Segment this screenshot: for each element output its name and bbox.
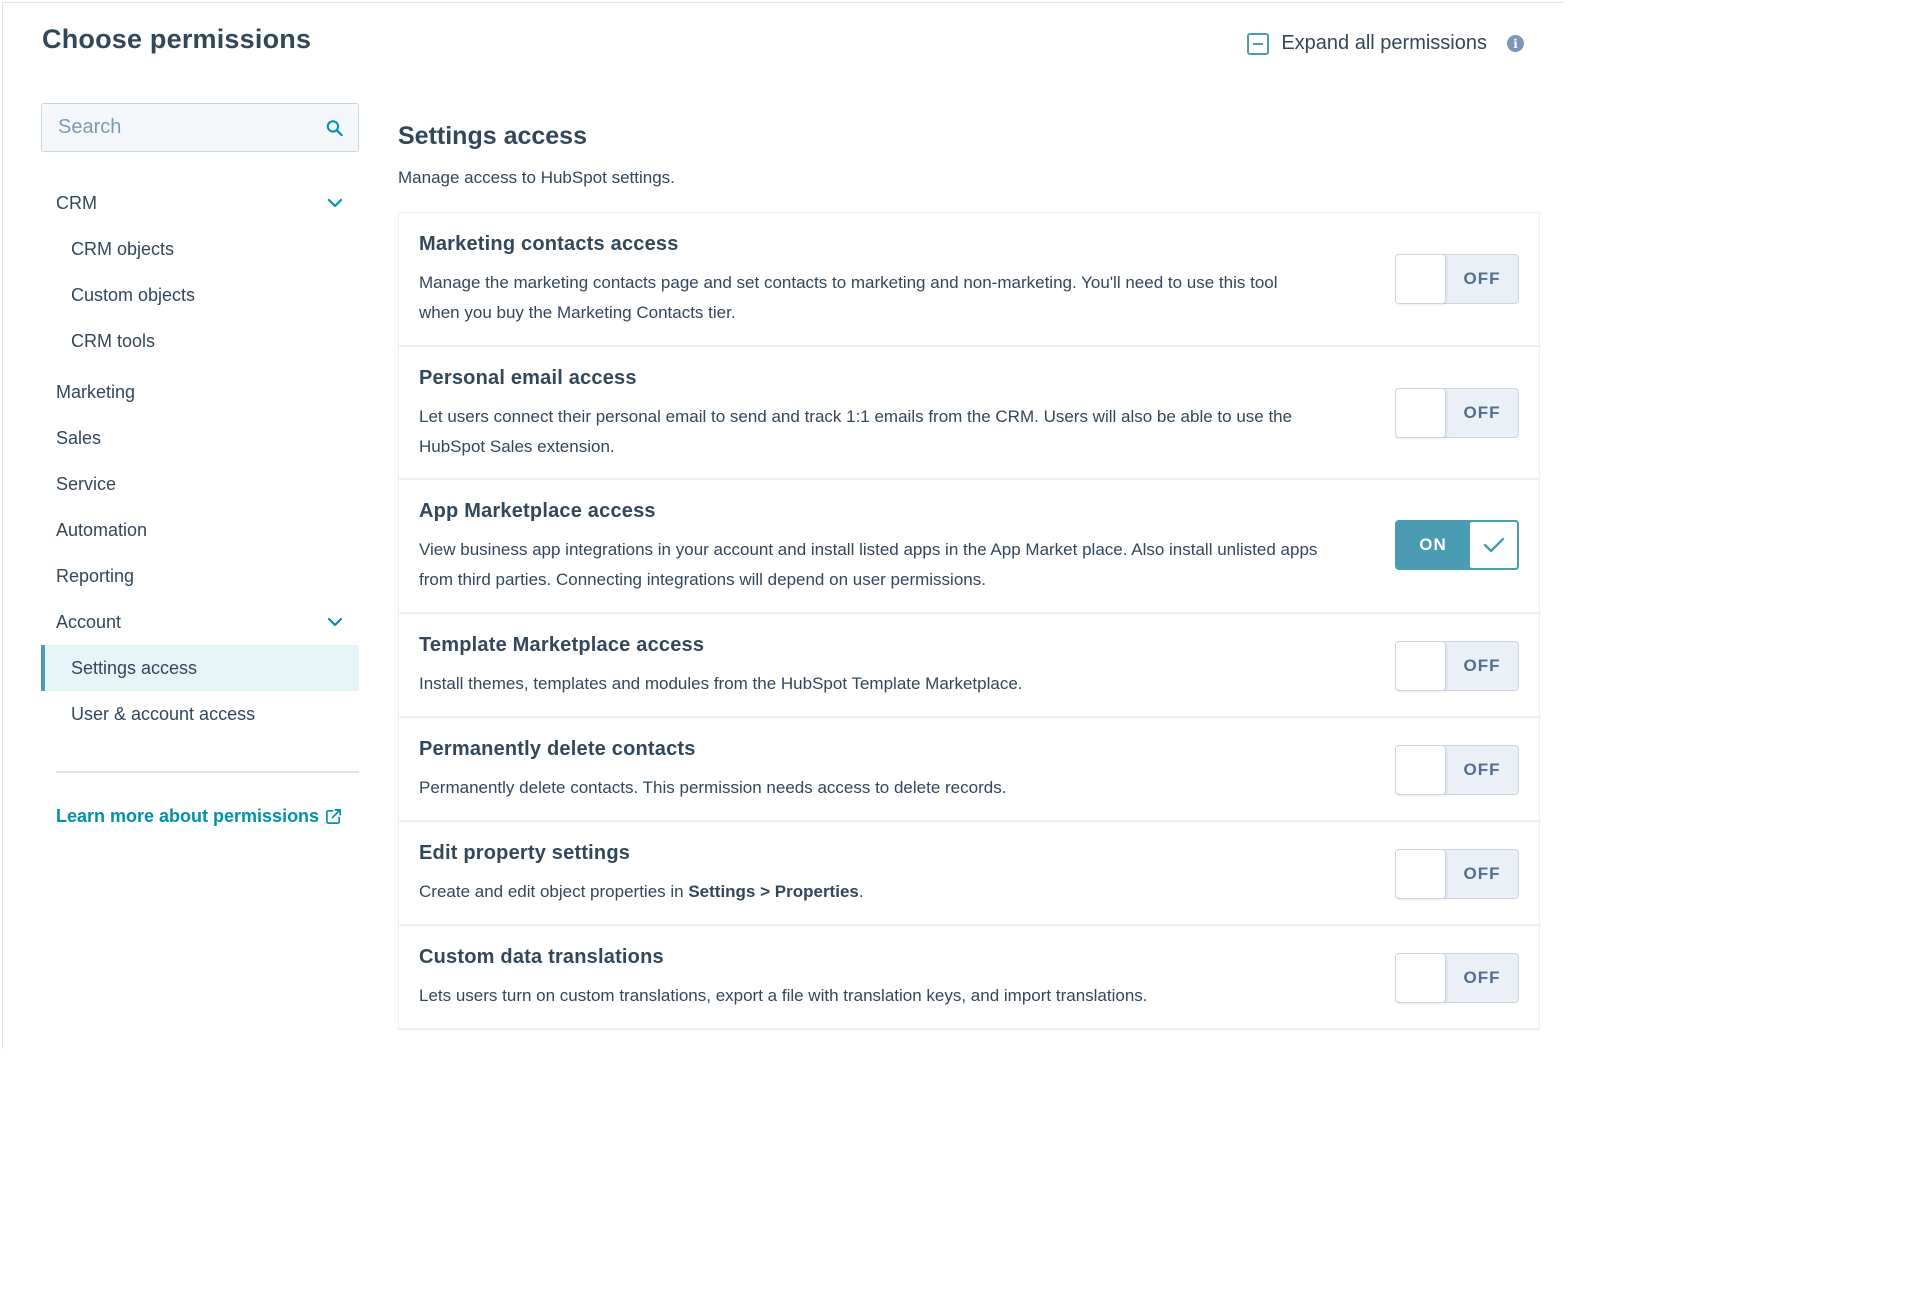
sidebar-item-user-account-access[interactable]: User & account access: [41, 691, 359, 737]
sidebar-item-marketing[interactable]: Marketing: [41, 369, 359, 415]
page-title: Choose permissions: [42, 24, 312, 54]
learn-more-link[interactable]: Learn more about permissions: [56, 806, 359, 827]
expand-all-label: Expand all permissions: [1281, 32, 1487, 54]
permission-description: Manage the marketing contacts page and s…: [419, 273, 1278, 322]
permission-row-marketing-contacts: Marketing contacts access Manage the mar…: [399, 213, 1539, 347]
toggle-state-label: ON: [1419, 535, 1447, 554]
sidebar-item-sales[interactable]: Sales: [41, 415, 359, 461]
toggle-state-label: OFF: [1463, 760, 1501, 779]
permission-toggle[interactable]: OFF: [1395, 745, 1519, 795]
chevron-down-icon[interactable]: [327, 614, 343, 630]
permission-description: Permanently delete contacts. This permis…: [419, 778, 1007, 797]
permission-row-personal-email: Personal email access Let users connect …: [399, 347, 1539, 480]
search-box[interactable]: [41, 103, 359, 152]
info-icon[interactable]: i: [1507, 35, 1524, 52]
permission-description: Lets users turn on custom translations, …: [419, 986, 1148, 1005]
search-input[interactable]: [56, 115, 325, 140]
toggle-knob: [1395, 953, 1446, 1003]
toggle-state-label: OFF: [1463, 269, 1501, 288]
toggle-state-label: OFF: [1463, 403, 1501, 422]
permission-description: Create and edit object properties in Set…: [419, 877, 1319, 907]
description-text: .: [858, 882, 864, 901]
permission-toggle[interactable]: ON: [1395, 520, 1519, 570]
permission-description: View business app integrations in your a…: [419, 540, 1318, 589]
description-bold-path: Settings > Properties: [688, 882, 859, 901]
sidebar-item-label: Service: [56, 473, 117, 494]
sidebar-item-crm-objects[interactable]: CRM objects: [41, 226, 359, 272]
permission-row-custom-data-translations: Custom data translations Lets users turn…: [399, 926, 1539, 1030]
permission-description: Let users connect their personal email t…: [419, 407, 1293, 456]
checkmark-icon: [1483, 537, 1504, 553]
sidebar-item-label: CRM: [56, 192, 97, 213]
permission-row-permanently-delete: Permanently delete contacts Permanently …: [399, 718, 1539, 822]
permission-toggle[interactable]: OFF: [1395, 849, 1519, 899]
permission-title: Permanently delete contacts: [419, 738, 696, 760]
permission-toggle[interactable]: OFF: [1395, 388, 1519, 438]
toggle-knob: [1395, 388, 1446, 438]
sidebar-item-label: CRM tools: [71, 330, 156, 351]
sidebar-item-reporting[interactable]: Reporting: [41, 553, 359, 599]
sidebar-item-label: Custom objects: [71, 284, 196, 305]
sidebar-item-label: CRM objects: [71, 238, 175, 259]
permission-title: Custom data translations: [419, 946, 664, 968]
sidebar-nav: CRM CRM objects Custom objects CRM tools…: [41, 180, 359, 737]
toggle-knob: [1395, 849, 1446, 899]
permission-row-edit-property-settings: Edit property settings Create and edit o…: [399, 822, 1539, 926]
sidebar-item-settings-access[interactable]: Settings access: [41, 645, 359, 691]
description-text: Create and edit object properties in: [419, 882, 689, 901]
sidebar-item-label: Settings access: [71, 657, 198, 678]
permission-row-app-marketplace: App Marketplace access View business app…: [399, 480, 1539, 614]
permission-title: Template Marketplace access: [419, 634, 705, 656]
sidebar-item-crm-tools[interactable]: CRM tools: [41, 318, 359, 364]
toggle-knob: [1395, 745, 1446, 795]
expand-all-checkbox[interactable]: [1247, 32, 1270, 55]
toggle-knob: [1395, 254, 1446, 304]
sidebar: CRM CRM objects Custom objects CRM tools…: [41, 103, 359, 827]
toggle-state-label: OFF: [1463, 864, 1501, 883]
permission-toggle[interactable]: OFF: [1395, 641, 1519, 691]
sidebar-item-custom-objects[interactable]: Custom objects: [41, 272, 359, 318]
sidebar-item-account[interactable]: Account: [41, 599, 359, 645]
sidebar-item-crm[interactable]: CRM: [41, 180, 359, 226]
permission-title: Marketing contacts access: [419, 233, 679, 255]
toggle-knob: [1395, 641, 1446, 691]
sidebar-item-automation[interactable]: Automation: [41, 507, 359, 553]
section-subtitle: Manage access to HubSpot settings.: [398, 168, 675, 187]
section-title: Settings access: [398, 122, 587, 150]
permission-title: Edit property settings: [419, 842, 631, 864]
sidebar-divider: [56, 771, 359, 773]
permission-list: Marketing contacts access Manage the mar…: [398, 212, 1540, 1030]
learn-more-label: Learn more about permissions: [56, 806, 320, 826]
permission-toggle[interactable]: OFF: [1395, 953, 1519, 1003]
sidebar-item-label: Marketing: [56, 381, 136, 402]
expand-all-toggle[interactable]: Expand all permissions i: [1247, 32, 1524, 55]
toggle-knob: [1468, 520, 1519, 570]
permission-title: Personal email access: [419, 367, 637, 389]
toggle-state-label: OFF: [1463, 968, 1501, 987]
sidebar-item-label: Sales: [56, 427, 102, 448]
sidebar-item-service[interactable]: Service: [41, 461, 359, 507]
permission-description: Install themes, templates and modules fr…: [419, 674, 1023, 693]
chevron-down-icon[interactable]: [327, 195, 343, 211]
external-link-icon: [326, 809, 342, 824]
permission-row-template-marketplace: Template Marketplace access Install them…: [399, 614, 1539, 718]
sidebar-item-label: Account: [56, 611, 122, 632]
search-icon[interactable]: [325, 117, 344, 139]
toggle-state-label: OFF: [1463, 656, 1501, 675]
permission-toggle[interactable]: OFF: [1395, 254, 1519, 304]
sidebar-item-label: User & account access: [71, 703, 256, 724]
sidebar-item-label: Automation: [56, 519, 148, 540]
sidebar-item-label: Reporting: [56, 565, 135, 586]
permission-title: App Marketplace access: [419, 500, 656, 522]
